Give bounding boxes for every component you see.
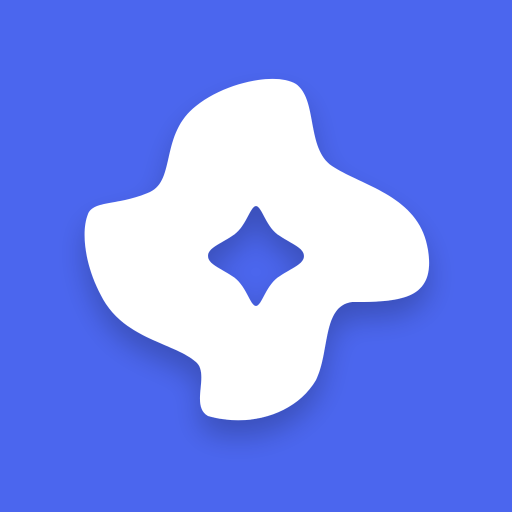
app-icon-graphic (0, 0, 512, 512)
background (0, 0, 512, 512)
app-icon (0, 0, 512, 512)
